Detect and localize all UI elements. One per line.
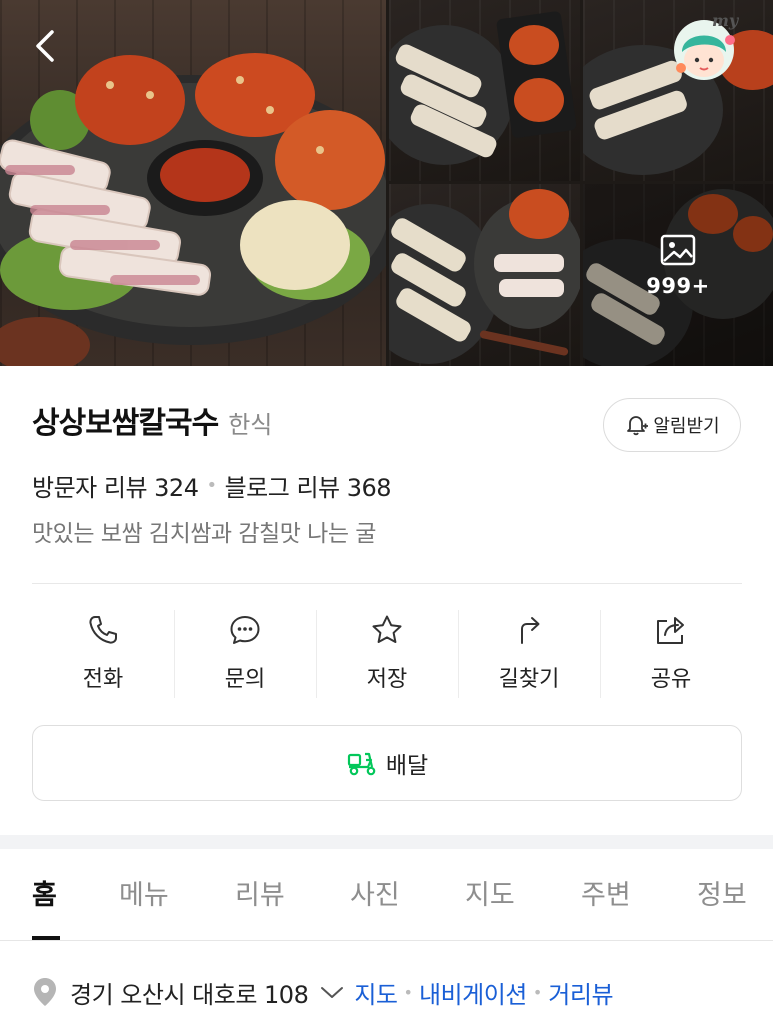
save-button[interactable]: 저장 <box>316 610 458 700</box>
tab-reviews[interactable]: 리뷰 <box>235 873 285 912</box>
tab-nearby[interactable]: 주변 <box>581 873 631 912</box>
title-row: 상상보쌈칼국수 한식 <box>32 398 272 442</box>
street-view-link[interactable]: 거리뷰 <box>548 975 613 1010</box>
share-button[interactable]: 공유 <box>600 610 742 700</box>
tab-photos[interactable]: 사진 <box>350 873 400 912</box>
star-icon <box>372 615 402 643</box>
place-category: 한식 <box>228 411 273 439</box>
delivery-button[interactable]: 배달 <box>32 725 742 801</box>
navigation-link[interactable]: 내비게이션 <box>419 975 527 1010</box>
photo-count: 999+ <box>646 274 710 298</box>
tab-map[interactable]: 지도 <box>465 873 515 912</box>
review-summary: 방문자 리뷰 324 • 블로그 리뷰 368 <box>32 468 392 503</box>
directions-button[interactable]: 길찾기 <box>458 610 600 700</box>
action-label: 저장 <box>366 667 408 692</box>
alarm-button[interactable]: 알림받기 <box>603 398 741 452</box>
back-button[interactable] <box>26 26 66 66</box>
action-label: 공유 <box>650 667 692 692</box>
action-label: 문의 <box>224 667 266 692</box>
chevron-down-icon <box>321 987 344 998</box>
inquiry-button[interactable]: 문의 <box>174 610 316 700</box>
alarm-label: 알림받기 <box>653 416 720 437</box>
svg-text:my: my <box>712 11 740 30</box>
separator-dot: • <box>532 982 543 1002</box>
chevron-left-icon <box>36 30 54 62</box>
address-expand-button[interactable] <box>320 978 344 1006</box>
my-profile-button[interactable]: my <box>668 10 748 82</box>
visitor-review-link[interactable]: 방문자 리뷰 324 <box>32 468 199 503</box>
bell-plus-icon <box>627 416 649 436</box>
directions-icon <box>521 617 540 644</box>
separator-dot: • <box>403 982 413 1002</box>
separator-dot: • <box>206 475 217 496</box>
mascot-avatar-icon: my <box>674 11 740 80</box>
photo-gallery[interactable]: my 999+ <box>0 0 773 366</box>
active-tab-indicator <box>32 936 60 940</box>
delivery-scooter-icon <box>347 752 376 776</box>
thumb-photo-3[interactable] <box>389 184 580 366</box>
divider <box>32 583 742 584</box>
address-row: 경기 오산시 대호로 108 지도 • 내비게이션 • 거리뷰 <box>32 970 614 1014</box>
action-bar: 전화 문의 저장 길찾기 공유 <box>32 610 742 700</box>
chat-icon <box>230 616 260 644</box>
tab-home[interactable]: 홈 <box>32 873 57 912</box>
map-link[interactable]: 지도 <box>354 975 398 1010</box>
tab-bar: 홈 메뉴 리뷰 사진 지도 주변 정보 <box>0 849 773 941</box>
action-label: 전화 <box>82 667 124 692</box>
location-pin-icon <box>34 978 56 1006</box>
address-text: 경기 오산시 대호로 108 <box>70 980 309 1009</box>
tab-menu[interactable]: 메뉴 <box>119 873 169 912</box>
section-gap <box>0 835 773 849</box>
blog-review-link[interactable]: 블로그 리뷰 368 <box>225 468 392 503</box>
image-icon <box>660 234 696 266</box>
call-button[interactable]: 전화 <box>32 610 174 700</box>
place-name: 상상보쌈칼국수 <box>32 406 219 441</box>
action-label: 길찾기 <box>498 667 560 692</box>
share-icon <box>657 617 684 644</box>
photo-count-overlay[interactable]: 999+ <box>636 234 720 298</box>
place-description: 맛있는 보쌈 김치쌈과 감칠맛 나는 굴 <box>32 521 376 547</box>
phone-icon <box>89 616 117 644</box>
thumb-photo-1[interactable] <box>389 0 580 181</box>
delivery-label: 배달 <box>385 753 429 779</box>
tab-info[interactable]: 정보 <box>697 873 747 912</box>
